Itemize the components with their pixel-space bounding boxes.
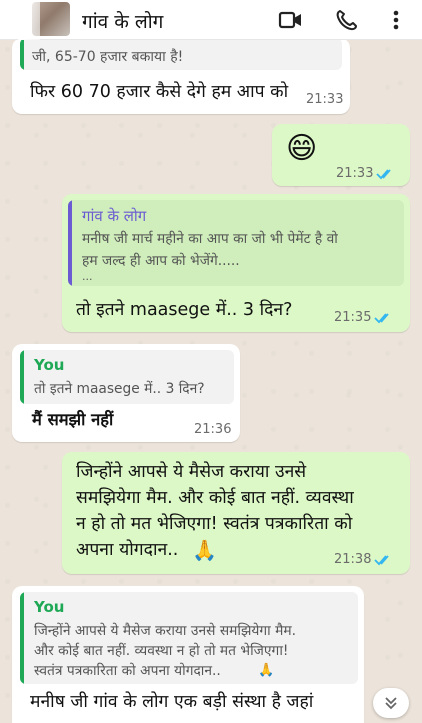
quote-bar — [20, 350, 24, 404]
double-chevron-down-icon — [385, 697, 397, 710]
read-receipt-icon — [374, 555, 389, 566]
message-text: मैं समझी नहीं — [32, 410, 114, 429]
message-text-line: समझियेगा मैम. और कोई बात नहीं. व्यवस्था — [76, 488, 354, 508]
quote-bar — [20, 38, 24, 70]
chat-header: गांव के लोग — [0, 0, 422, 40]
quote-author: You — [34, 356, 65, 374]
message-text: फिर 60 70 हजार कैसे देगे हम आप को — [30, 82, 289, 102]
quote-text-line: और कोई बात नहीं. व्यवस्था न हो तो मत भेज… — [34, 643, 289, 659]
message-text-line: मनीष जी गांव के लोग एक बड़ी संस्था है जह… — [30, 692, 314, 712]
message-time: 21:36 — [194, 422, 232, 437]
folded-hands-emoji: 🙏 — [192, 538, 217, 562]
chat-title[interactable]: गांव के लोग — [82, 8, 163, 34]
quote-text-line: जिन्होंने आपसे ये मैसेज कराया उनसे समझिय… — [34, 623, 297, 639]
emoji-grin: 😄 — [286, 131, 318, 166]
quote-text-line: मनीष जी मार्च महीने का आप का जो भी पेमें… — [82, 231, 338, 247]
message-text-line: अपना योगदान.. — [76, 540, 179, 560]
message-time: 21:38 — [334, 552, 372, 567]
quote-bar — [20, 592, 24, 684]
voice-call-icon[interactable] — [334, 8, 360, 32]
quote-bar — [68, 200, 72, 286]
more-options-icon[interactable] — [390, 8, 402, 32]
message-text-line: न हो तो मत भेजिएगा! स्वतंत्र पत्रकारिता … — [76, 514, 353, 534]
quoted-message[interactable]: गांव के लोग मनीष जी मार्च महीने का आप का… — [68, 200, 404, 286]
message-text-line: जिन्होंने आपसे ये मैसेज कराया उनसे — [76, 462, 307, 482]
message-time: 21:35 — [334, 310, 372, 325]
outgoing-message[interactable]: जिन्होंने आपसे ये मैसेज कराया उनसे समझिय… — [62, 452, 410, 574]
quote-author: गांव के लोग — [82, 207, 147, 225]
folded-hands-emoji: 🙏 — [258, 663, 275, 678]
quote-text: जी, 65-70 हजार बकाया है! — [32, 49, 184, 65]
message-time: 21:33 — [306, 92, 344, 107]
quote-text-line: हम जल्द ही आप को भेजेंगे..... — [82, 253, 240, 269]
quoted-message[interactable]: You तो इतने maasege में.. 3 दिन? — [20, 350, 234, 404]
quote-text-line: तो इतने maasege में.. 3 दिन? — [34, 381, 205, 397]
incoming-message[interactable]: You तो इतने maasege में.. 3 दिन? मैं समझ… — [12, 344, 240, 442]
quote-ellipsis: ... — [82, 270, 93, 283]
message-time: 21:33 — [336, 166, 374, 181]
avatar-blur — [18, 0, 40, 40]
read-receipt-icon — [374, 313, 389, 324]
quote-author: You — [34, 598, 65, 616]
outgoing-message[interactable]: 😄 21:33 — [272, 124, 410, 186]
scroll-to-bottom-button[interactable] — [373, 688, 409, 718]
read-receipt-icon — [376, 169, 391, 180]
video-call-icon[interactable] — [278, 8, 304, 32]
quote-text-line: स्वतंत्र पत्रकारिता को अपना योगदान.. — [34, 663, 221, 679]
incoming-message[interactable]: जी, 65-70 हजार बकाया है! फिर 60 70 हजार … — [12, 38, 350, 114]
outgoing-message[interactable]: गांव के लोग मनीष जी मार्च महीने का आप का… — [62, 194, 410, 332]
quoted-message[interactable]: You जिन्होंने आपसे ये मैसेज कराया उनसे स… — [20, 592, 358, 684]
message-text: तो इतने maasege में.. 3 दिन? — [76, 300, 293, 320]
quoted-message[interactable]: जी, 65-70 हजार बकाया है! — [20, 38, 342, 70]
incoming-message[interactable]: You जिन्होंने आपसे ये मैसेज कराया उनसे स… — [12, 586, 364, 723]
